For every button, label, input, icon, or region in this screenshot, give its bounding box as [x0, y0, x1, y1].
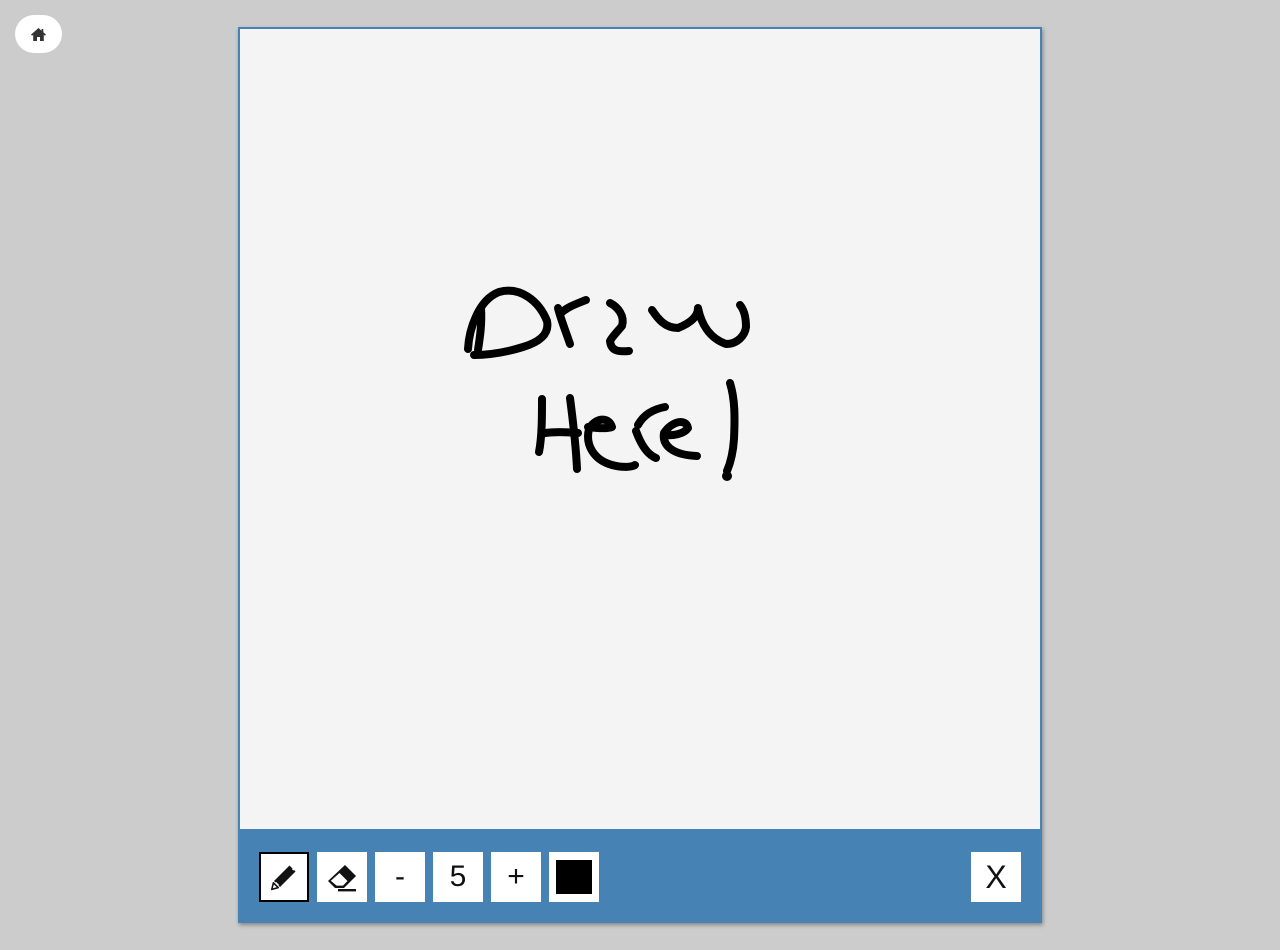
stroke-r	[554, 296, 590, 348]
stroke-a	[606, 299, 633, 356]
pencil-tool-button[interactable]	[259, 852, 309, 902]
home-button[interactable]	[15, 15, 62, 53]
drawing-canvas[interactable]	[240, 29, 1040, 829]
stroke-exclaim-dot	[722, 471, 732, 481]
decrease-size-label: -	[395, 860, 405, 893]
home-icon	[31, 27, 46, 41]
close-label: X	[985, 858, 1007, 895]
eraser-icon	[328, 865, 356, 892]
close-button[interactable]: X	[971, 852, 1021, 902]
increase-size-label: +	[507, 860, 525, 893]
brush-size-display: 5	[433, 852, 483, 902]
stroke-w	[648, 301, 750, 348]
drawing-app-window: - 5 + X	[238, 27, 1042, 923]
stroke-e2	[659, 418, 701, 460]
eraser-tool-button[interactable]	[317, 852, 367, 902]
stroke-exclaim	[723, 379, 739, 475]
increase-size-button[interactable]: +	[491, 852, 541, 902]
brush-size-value: 5	[449, 860, 467, 893]
decrease-size-button[interactable]: -	[375, 852, 425, 902]
pencil-icon	[271, 865, 296, 891]
stroke-e1	[584, 415, 639, 471]
current-color-swatch	[556, 860, 592, 894]
toolbar: - 5 + X	[239, 830, 1041, 922]
color-picker-button[interactable]	[549, 852, 599, 902]
stroke-H-bar	[541, 428, 582, 437]
stroke-H-left	[535, 395, 546, 456]
drawing-strokes	[464, 286, 750, 481]
